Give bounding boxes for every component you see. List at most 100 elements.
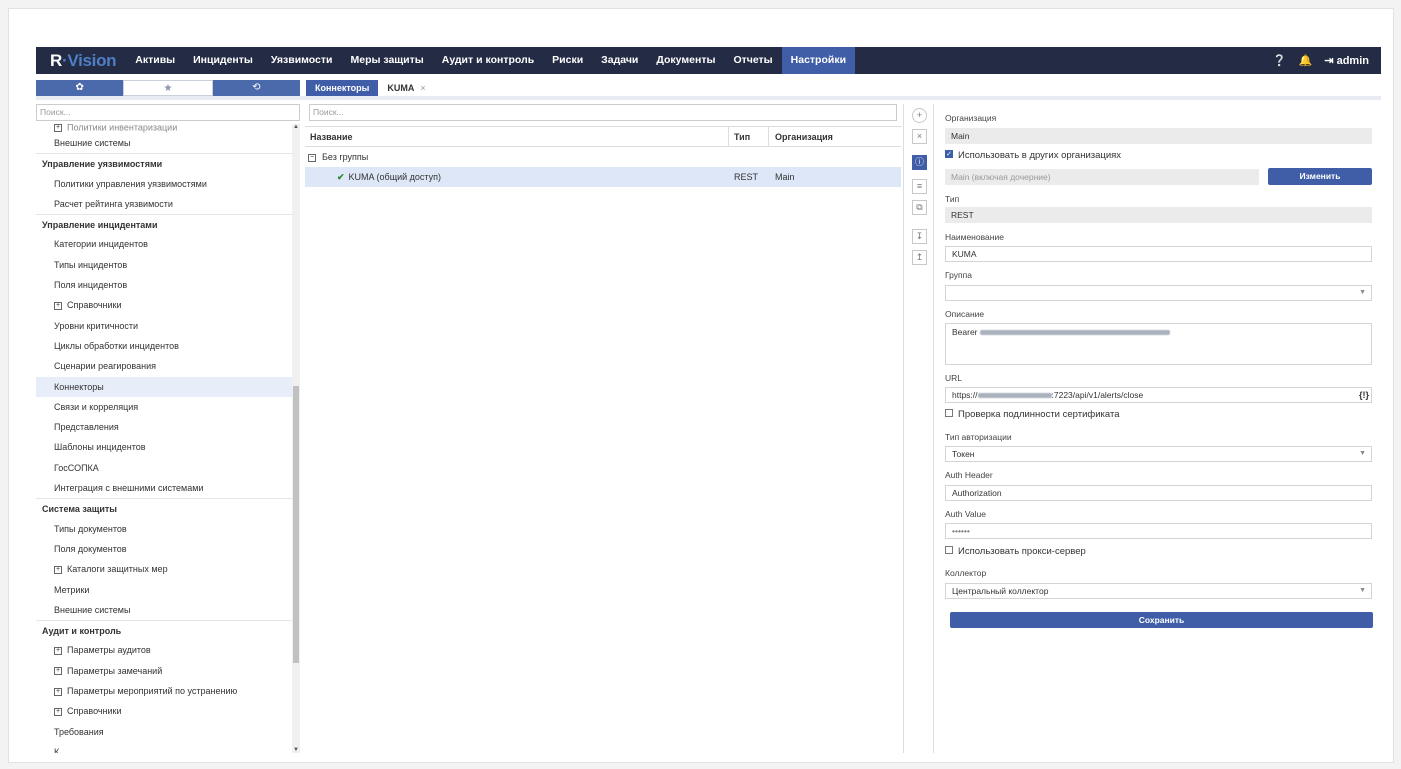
auth-value-field[interactable]: •••••• xyxy=(945,523,1372,539)
nav-vulnerabilities[interactable]: Уязвимости xyxy=(262,47,342,74)
list-icon[interactable]: ≡ xyxy=(912,179,927,194)
group-row[interactable]: − Без группы xyxy=(305,147,901,167)
tree-section-header[interactable]: Аудит и контроль xyxy=(36,620,292,640)
expand-icon[interactable]: + xyxy=(54,687,62,696)
help-icon[interactable]: ❔ xyxy=(1273,54,1287,67)
tree-item[interactable]: Расчет рейтинга уязвимости xyxy=(36,194,292,214)
grid-search-input[interactable]: Поиск... xyxy=(309,104,897,121)
tree-item[interactable]: Типы документов xyxy=(36,519,292,539)
cert-check-checkbox[interactable]: Проверка подлинности сертификата xyxy=(945,409,1119,420)
info-icon[interactable]: ⓘ xyxy=(912,155,927,170)
tree-section-header[interactable]: Управление инцидентами xyxy=(36,214,292,234)
tree-item[interactable]: Поля инцидентов xyxy=(36,275,292,295)
tree-item[interactable]: Коннекторы xyxy=(36,376,292,397)
use-other-orgs-checkbox[interactable]: ✓ Использовать в других организациях xyxy=(945,150,1121,161)
tree-item[interactable]: + Справочники xyxy=(36,701,292,721)
tree-item[interactable]: Политики управления уязвимостями xyxy=(36,174,292,194)
tree-item[interactable]: + Параметры аудитов xyxy=(36,640,292,660)
description-field[interactable]: Bearer xyxy=(945,323,1372,365)
nav-documents[interactable]: Документы xyxy=(647,47,724,74)
orgs-field[interactable]: Main (включая дочерние) xyxy=(945,169,1259,185)
scroll-up-icon[interactable]: ▲ xyxy=(292,124,300,130)
tree-item[interactable]: Связи и корреляция xyxy=(36,397,292,417)
tree-item[interactable]: Интеграция с внешними системами xyxy=(36,478,292,498)
collector-select[interactable]: Центральный коллектор ▼ xyxy=(945,583,1372,599)
scrollbar-thumb[interactable] xyxy=(293,386,299,663)
user-menu[interactable]: ⇥ admin xyxy=(1324,54,1369,67)
save-button[interactable]: Сохранить xyxy=(950,612,1373,628)
tree-item[interactable]: Уровни критичности xyxy=(36,316,292,336)
tree-item-label: Циклы обработки инцидентов xyxy=(54,340,179,351)
nav-incidents[interactable]: Инциденты xyxy=(184,47,262,74)
tree-item[interactable]: Типы инцидентов xyxy=(36,255,292,275)
tree-section-header[interactable]: Управление уязвимостями xyxy=(36,153,292,173)
nav-risks[interactable]: Риски xyxy=(543,47,592,74)
table-row[interactable]: ✔ KUMA (общий доступ) REST Main xyxy=(305,167,901,187)
nav-tasks[interactable]: Задачи xyxy=(592,47,647,74)
col-type-header[interactable]: Тип xyxy=(729,127,769,146)
add-icon[interactable]: + xyxy=(912,108,927,123)
group-select[interactable]: ▼ xyxy=(945,285,1372,301)
tree-item[interactable]: Поля документов xyxy=(36,539,292,559)
tree-item[interactable]: Сценарии реагирования xyxy=(36,356,292,376)
user-name: admin xyxy=(1336,55,1369,67)
collapse-icon[interactable]: − xyxy=(308,153,316,162)
nav-assets[interactable]: Активы xyxy=(126,47,184,74)
tree-item[interactable]: Циклы обработки инцидентов xyxy=(36,336,292,356)
tab-kuma[interactable]: KUMA × xyxy=(378,80,435,96)
tree-item[interactable]: + Параметры мероприятий по устранению xyxy=(36,681,292,701)
nav-security-measures[interactable]: Меры защиты xyxy=(342,47,433,74)
tree-item[interactable]: К... xyxy=(36,742,292,753)
tree-item[interactable]: Внешние системы xyxy=(36,133,292,153)
auth-header-field[interactable]: Authorization xyxy=(945,485,1372,501)
left-scrollbar[interactable]: ▲ ▼ xyxy=(292,124,300,753)
expand-icon[interactable]: + xyxy=(54,124,62,132)
copy-icon[interactable]: ⧉ xyxy=(912,200,927,215)
expand-icon[interactable]: + xyxy=(54,565,62,574)
tree-item[interactable]: Категории инцидентов xyxy=(36,234,292,254)
variables-icon[interactable]: {!} xyxy=(1359,388,1369,402)
auth-type-select[interactable]: Токен ▼ xyxy=(945,446,1372,462)
scroll-down-icon[interactable]: ▼ xyxy=(292,747,300,753)
tab-history[interactable]: ⟲ xyxy=(212,80,300,96)
use-proxy-checkbox[interactable]: Использовать прокси-сервер xyxy=(945,546,1086,557)
tree-item[interactable]: Внешние системы xyxy=(36,600,292,620)
bell-icon[interactable]: 🔔 xyxy=(1299,54,1313,67)
tab-connectors[interactable]: Коннекторы xyxy=(306,80,379,96)
expand-icon[interactable]: + xyxy=(54,667,62,676)
expand-icon[interactable]: + xyxy=(54,707,62,716)
nav-audit[interactable]: Аудит и контроль xyxy=(433,47,543,74)
nav-settings[interactable]: Настройки xyxy=(781,47,856,74)
tree-section-header[interactable]: Система защиты xyxy=(36,498,292,518)
group-label: Группа xyxy=(945,270,972,280)
col-name-header[interactable]: Название xyxy=(305,127,729,146)
expand-icon[interactable]: + xyxy=(54,647,62,656)
nav-reports[interactable]: Отчеты xyxy=(724,47,781,74)
tabs-divider xyxy=(36,96,1381,100)
url-field[interactable]: https://:7223/api/v1/alerts/close {!} xyxy=(945,387,1372,403)
export-icon[interactable]: ↥ xyxy=(912,250,927,265)
change-button[interactable]: Изменить xyxy=(1268,168,1372,185)
auth-type-value: Токен xyxy=(952,449,975,459)
tree-item[interactable]: + Параметры замечаний xyxy=(36,661,292,681)
tree-item[interactable]: Шаблоны инцидентов xyxy=(36,437,292,457)
expand-icon[interactable]: + xyxy=(54,302,62,310)
left-search-input[interactable]: Поиск... xyxy=(36,104,300,121)
tab-settings-tree[interactable]: ✿ xyxy=(36,80,124,96)
tree-item[interactable]: + Каталоги защитных мер xyxy=(36,559,292,579)
close-icon[interactable]: × xyxy=(420,83,425,93)
tree-item[interactable]: + Политики инвентаризации xyxy=(36,124,292,133)
tree-item[interactable]: ГосСОПКА xyxy=(36,458,292,478)
left-panel-tabs: ✿ ★ ⟲ xyxy=(36,80,300,96)
col-org-header[interactable]: Организация xyxy=(769,127,901,146)
tree-item[interactable]: + Справочники xyxy=(36,295,292,315)
rvision-logo[interactable]: R·Vision xyxy=(50,51,117,71)
delete-icon[interactable]: × xyxy=(912,129,927,144)
import-icon[interactable]: ↧ xyxy=(912,229,927,244)
tree-item[interactable]: Метрики xyxy=(36,580,292,600)
tree-item[interactable]: Представления xyxy=(36,417,292,437)
tree-item-label: Сценарии реагирования xyxy=(54,361,156,372)
name-field[interactable]: KUMA xyxy=(945,246,1372,262)
tree-item[interactable]: Требования xyxy=(36,722,292,742)
tab-favorites[interactable]: ★ xyxy=(123,80,213,96)
